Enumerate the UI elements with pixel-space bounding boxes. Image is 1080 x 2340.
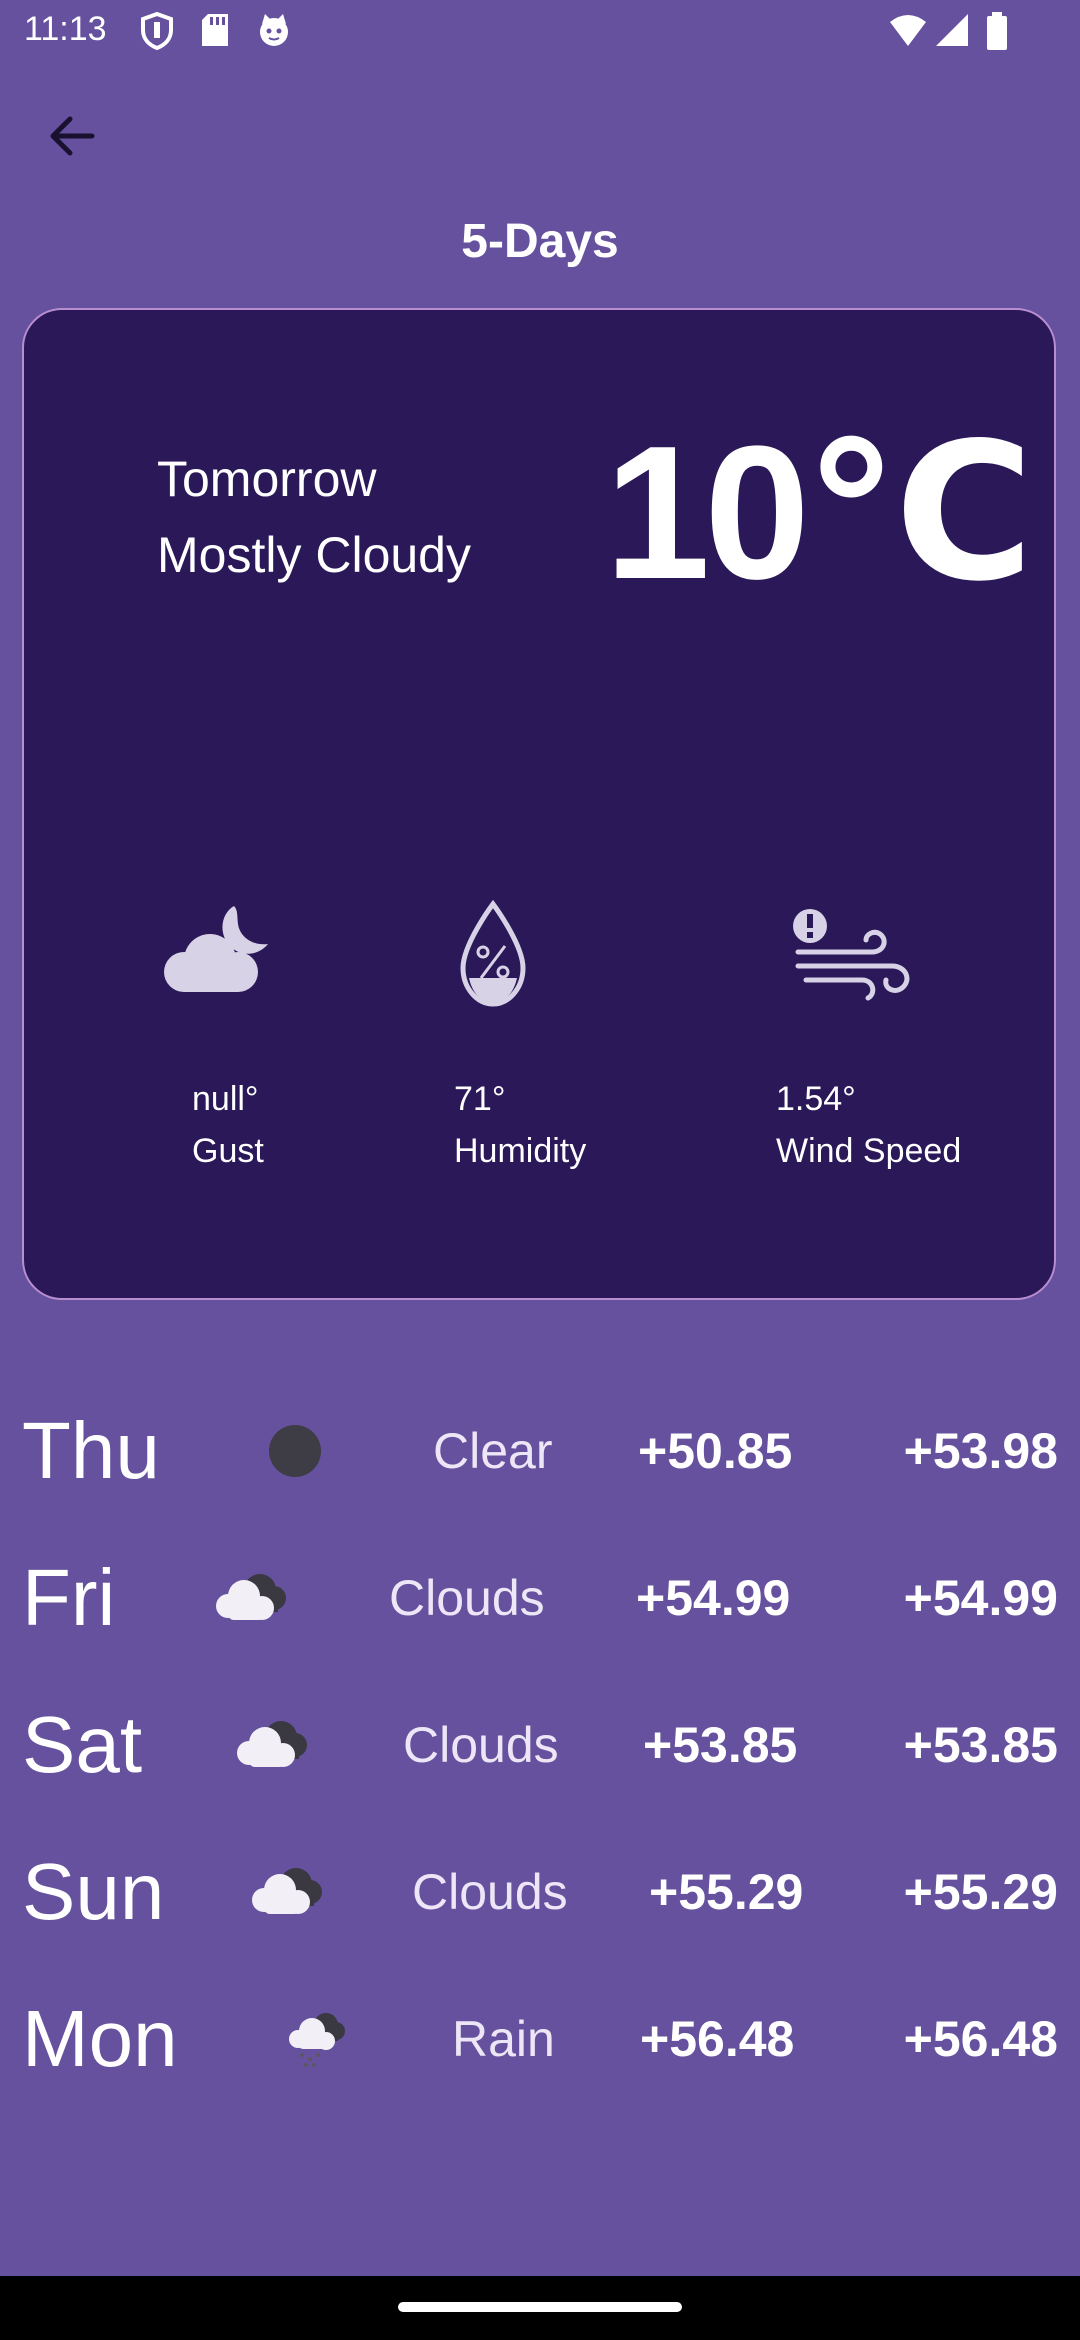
clouds-icon — [216, 1574, 286, 1620]
forecast-day: Fri — [22, 1553, 116, 1642]
battery-icon — [986, 12, 1008, 50]
forecast-temp-max: +56.48 — [903, 2011, 1058, 2067]
humidity-value: 71° — [454, 1080, 506, 1118]
gust-value: null° — [192, 1080, 259, 1118]
forecast-temp-max: +53.98 — [903, 1423, 1058, 1479]
navigation-bar — [0, 2276, 1080, 2340]
forecast-temp-min: +56.48 — [640, 2011, 795, 2067]
back-button[interactable] — [40, 104, 104, 168]
card-day: Tomorrow — [157, 451, 377, 507]
cloud-moon-icon — [164, 906, 268, 992]
forecast-temp-min: +53.85 — [643, 1717, 798, 1773]
forecast-temp-min: +50.85 — [638, 1423, 793, 1479]
forecast-condition: Clouds — [403, 1717, 559, 1773]
weather-card: Tomorrow Mostly Cloudy 10℃ null° Gust 71… — [22, 308, 1056, 1300]
status-time: 11:13 — [24, 10, 107, 48]
forecast-temp-max: +54.99 — [903, 1570, 1058, 1626]
wind-speed-label: Wind Speed — [776, 1132, 962, 1170]
forecast-row-thu[interactable]: Thu Clear +50.85 +53.98 — [0, 1396, 1080, 1506]
status-bar: 11:13 — [0, 0, 1080, 64]
clouds-icon — [237, 1721, 307, 1767]
forecast-temp-max: +55.29 — [903, 1864, 1058, 1920]
forecast-row-fri[interactable]: Fri Clouds +54.99 +54.99 — [0, 1543, 1080, 1653]
metric-humidity: 71° Humidity — [429, 900, 689, 1170]
forecast-temp-max: +53.85 — [903, 1717, 1058, 1773]
forecast-day: Mon — [22, 1994, 178, 2083]
humidity-drop-icon — [460, 900, 526, 1007]
home-indicator[interactable] — [398, 2302, 682, 2312]
metric-gust: null° Gust — [154, 900, 414, 1170]
humidity-label: Humidity — [454, 1132, 587, 1170]
clear-dot-icon — [269, 1425, 321, 1477]
forecast-condition: Clouds — [412, 1864, 568, 1920]
forecast-day: Sat — [22, 1700, 143, 1789]
forecast-condition: Rain — [452, 2011, 555, 2067]
wind-speed-value: 1.54° — [776, 1080, 856, 1118]
card-temperature: 10℃ — [604, 407, 1034, 619]
clouds-icon — [252, 1868, 322, 1914]
page-title: 5-Days — [461, 215, 619, 268]
forecast-condition: Clear — [433, 1423, 553, 1479]
forecast-row-mon[interactable]: Mon Rain +56.48 +56.48 — [0, 1984, 1080, 2094]
sd-card-icon — [200, 12, 230, 48]
shield-icon — [140, 12, 174, 50]
forecast-temp-min: +54.99 — [636, 1570, 791, 1626]
forecast-row-sun[interactable]: Sun Clouds +55.29 +55.29 — [0, 1837, 1080, 1947]
arrow-left-icon — [50, 116, 95, 156]
wifi-icon — [888, 12, 928, 48]
rain-cloud-icon — [289, 2013, 345, 2067]
forecast-day: Thu — [22, 1406, 160, 1495]
card-description: Mostly Cloudy — [157, 527, 471, 583]
forecast-temp-min: +55.29 — [649, 1864, 804, 1920]
wind-alert-icon — [793, 909, 910, 1001]
metric-wind-speed: 1.54° Wind Speed — [750, 900, 1050, 1170]
gust-label: Gust — [192, 1132, 264, 1170]
cat-face-icon — [256, 12, 292, 48]
forecast-row-sat[interactable]: Sat Clouds +53.85 +53.85 — [0, 1690, 1080, 1800]
signal-icon — [934, 12, 970, 48]
forecast-day: Sun — [22, 1847, 165, 1936]
forecast-condition: Clouds — [389, 1570, 545, 1626]
